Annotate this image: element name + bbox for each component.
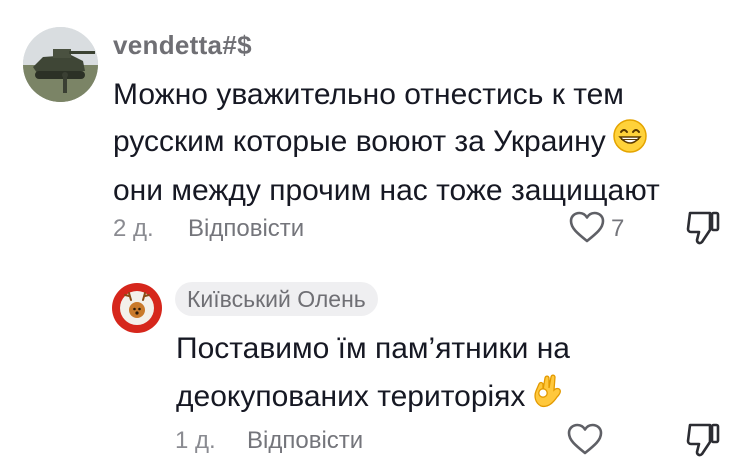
grinning-face-with-smiling-eyes-icon — [612, 118, 648, 168]
avatar[interactable] — [23, 27, 98, 102]
comment-line: русским которые воюют за Украину — [113, 118, 713, 168]
tank-photo-icon — [23, 27, 98, 102]
thumbs-down-icon — [686, 423, 720, 457]
reply-like-button[interactable] — [565, 420, 605, 460]
reply-line: Поставимо їм пам’ятники на — [176, 332, 570, 365]
reply-avatar[interactable] — [112, 283, 162, 333]
heart-icon — [567, 423, 603, 455]
reply-text: Поставимо їм пам’ятники на деокупованих … — [176, 326, 656, 424]
comment-line: они между прочим нас тоже защищают — [113, 174, 660, 207]
reply-reply-button[interactable]: Відповісти — [247, 427, 363, 455]
comment-line: Можно уважительно отнестись к тем — [113, 78, 624, 111]
reply-username[interactable]: Київський Олень — [175, 282, 378, 316]
heart-icon — [569, 211, 605, 243]
comment-text: Можно уважительно отнестись к тем русски… — [113, 72, 713, 214]
like-count: 7 — [611, 215, 625, 242]
comment-username[interactable]: vendetta#$ — [113, 30, 252, 61]
deer-logo-icon — [113, 284, 161, 332]
comment-date: 2 д. — [113, 215, 154, 242]
ok-hand-icon — [531, 372, 565, 424]
dislike-button[interactable] — [684, 208, 722, 248]
thumbs-down-icon — [686, 211, 720, 245]
reply-dislike-button[interactable] — [684, 420, 722, 460]
reply-date: 1 д. — [175, 427, 216, 454]
reply-line: деокупованих територіях — [176, 372, 656, 424]
reply-button[interactable]: Відповісти — [188, 215, 304, 243]
like-button[interactable] — [567, 208, 607, 248]
